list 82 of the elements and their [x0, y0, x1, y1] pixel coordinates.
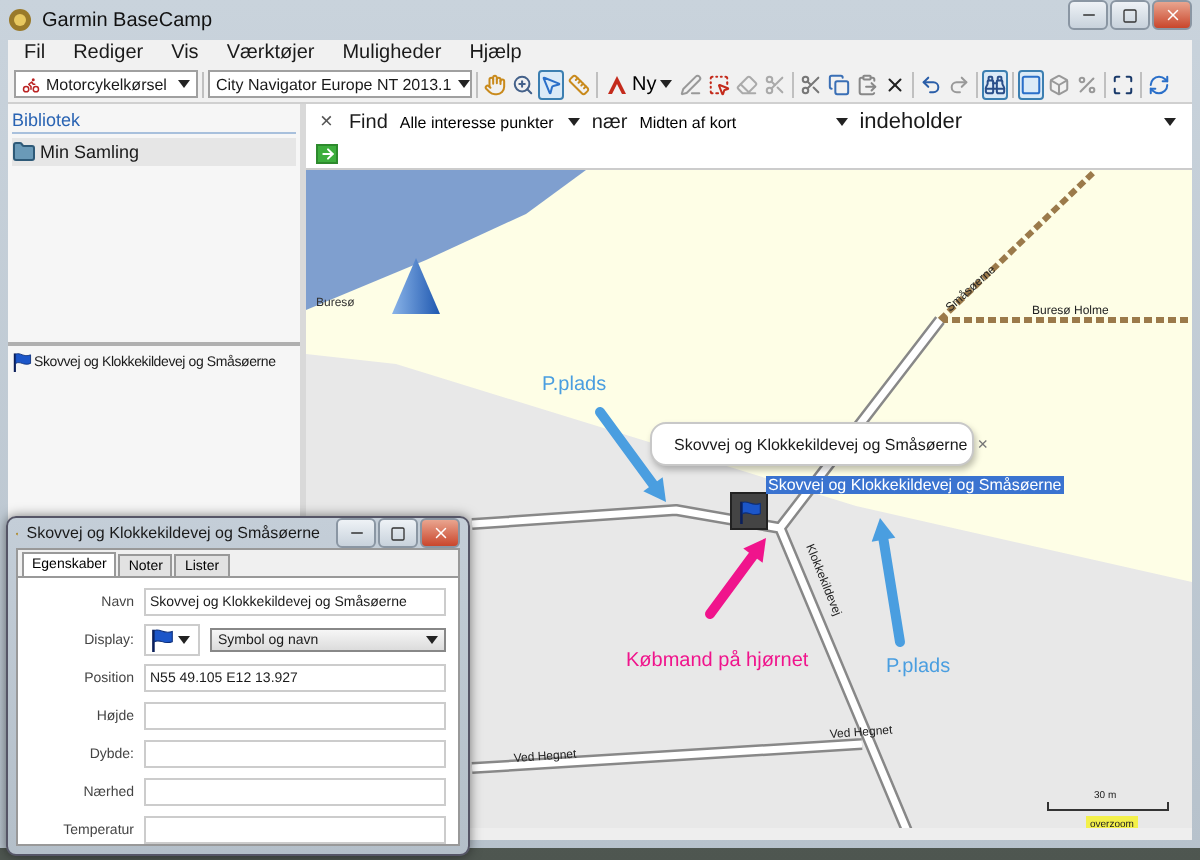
eraser-icon — [736, 73, 759, 95]
menu-item[interactable]: Fil — [24, 42, 46, 64]
redo-icon — [948, 73, 971, 95]
menu-item[interactable]: Vis — [171, 42, 199, 64]
dialog-title: Skovvej og Klokkekildevej og Småsøerne — [26, 524, 320, 542]
near-label: nær — [591, 111, 628, 133]
go-button[interactable] — [316, 144, 338, 164]
caret-icon — [457, 80, 470, 88]
caret-icon — [426, 636, 438, 644]
new-button[interactable]: Ny — [602, 68, 677, 100]
cut-icon — [800, 73, 823, 95]
arrow-icon — [319, 146, 335, 162]
waypoint-marker[interactable] — [730, 492, 768, 530]
scale-bar — [1047, 801, 1169, 811]
cube-icon — [1048, 73, 1071, 95]
near-dropdown[interactable]: Midten af kort — [639, 113, 848, 131]
fit-icon — [1112, 73, 1135, 95]
pointer-icon — [540, 73, 562, 95]
menu-item[interactable]: Rediger — [73, 42, 144, 64]
flag-icon — [12, 352, 32, 372]
map-dropdown[interactable]: City Navigator Europe NT 2013.1 — [208, 70, 472, 98]
maximize-button[interactable] — [1110, 0, 1150, 30]
caret-icon — [178, 636, 190, 644]
undo-icon — [920, 73, 943, 95]
sync-icon — [1148, 73, 1171, 95]
summit-icon — [392, 258, 440, 314]
close-icon — [1163, 6, 1181, 24]
close-icon — [431, 524, 449, 542]
maximize-icon — [390, 525, 406, 541]
square-icon — [1020, 73, 1043, 95]
menu-item[interactable]: Værktøjer — [226, 42, 315, 64]
symbol-picker[interactable] — [144, 624, 200, 656]
flag-icon — [737, 499, 761, 523]
paste-icon — [856, 73, 879, 95]
caret-icon — [567, 118, 580, 126]
minimize-button[interactable] — [336, 518, 376, 548]
scissors-icon — [764, 73, 787, 95]
input-field[interactable] — [144, 816, 446, 844]
match-dropdown[interactable]: indeholder — [859, 110, 1192, 134]
callout-title: Skovvej og Klokkekildevej og Småsøerne — [674, 435, 968, 453]
binoculars-icon — [984, 73, 1007, 95]
annotation-text: Købmand på hjørnet — [626, 650, 809, 672]
callout-close-button[interactable]: × — [977, 434, 989, 454]
category-dropdown[interactable]: Alle interesse punkter — [399, 113, 580, 131]
input-field[interactable] — [144, 778, 446, 806]
flag-icon — [150, 628, 174, 652]
percent-icon — [1076, 73, 1099, 95]
delete-icon — [884, 73, 907, 95]
menu-item[interactable]: Muligheder — [342, 42, 442, 64]
select-icon — [708, 73, 731, 95]
caret-icon — [178, 80, 190, 88]
waypoint-label[interactable]: Skovvej og Klokkekildevej og Småsøerne — [766, 476, 1064, 494]
annotation-text: P.plads — [542, 374, 607, 396]
close-button[interactable] — [420, 518, 460, 548]
hand-icon — [484, 73, 506, 95]
copy-icon — [828, 73, 851, 95]
pen-icon — [680, 73, 703, 95]
input-field[interactable] — [144, 702, 446, 730]
zoom-icon — [512, 73, 534, 95]
close-button[interactable] — [1152, 0, 1192, 30]
menu-item[interactable]: Hjælp — [469, 42, 522, 64]
caret-icon — [660, 80, 673, 88]
toolbar-button[interactable] — [982, 69, 1009, 99]
find-label: Find — [348, 111, 388, 133]
folder-icon — [12, 140, 36, 164]
arrow — [871, 518, 905, 647]
caret-icon — [835, 118, 848, 126]
annotation-text: P.plads — [886, 656, 951, 678]
minimize-button[interactable] — [1068, 0, 1108, 30]
profile-dropdown[interactable]: Motorcykelkørsel — [14, 70, 198, 98]
arrow — [705, 538, 766, 619]
maximize-icon — [1122, 7, 1138, 23]
window-title: Garmin BaseCamp — [42, 9, 213, 31]
library-item[interactable]: Min Samling — [12, 138, 296, 166]
maximize-button[interactable] — [378, 518, 418, 548]
waypoint-pen-icon — [606, 73, 628, 95]
ruler-icon — [568, 73, 590, 95]
arrow — [595, 407, 666, 502]
library-heading: Bibliotek — [12, 110, 296, 134]
input-field[interactable] — [144, 740, 446, 768]
caret-icon — [1164, 118, 1176, 126]
close-find-button[interactable]: × — [316, 110, 337, 134]
